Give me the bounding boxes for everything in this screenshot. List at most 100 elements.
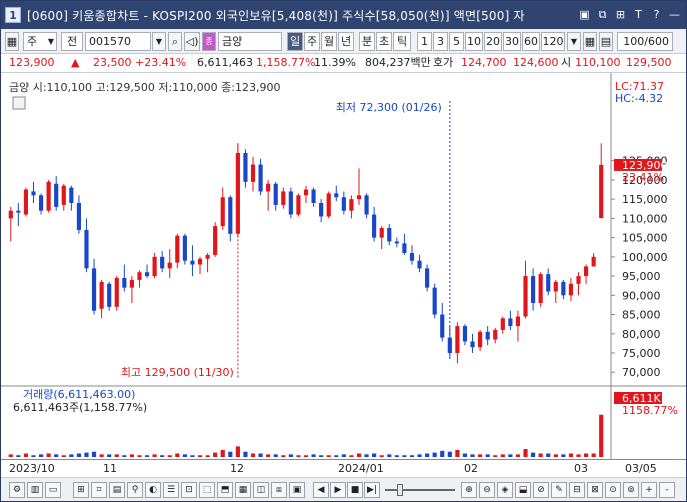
tool-icon-1[interactable]: ⊞	[73, 482, 89, 498]
volume-bar	[500, 454, 505, 457]
candle-body	[515, 316, 521, 327]
volume-bar	[23, 453, 29, 457]
period-month-button[interactable]: 월	[321, 32, 337, 51]
candle-body	[8, 210, 13, 219]
tool-icon-7[interactable]: ⊡	[181, 482, 197, 498]
price-tick-label: 70,000	[622, 366, 661, 379]
price-tick-label: 85,000	[622, 309, 661, 322]
quote-info-bar: 123,900 ▲ 23,500 +23.41% 6,611,463 1,158…	[1, 54, 686, 73]
scroll-left-button[interactable]: ◀	[313, 482, 329, 498]
tool-icon-15[interactable]: ⬓	[515, 482, 531, 498]
volume-bar	[462, 453, 468, 457]
candle-body	[23, 189, 29, 215]
interval-config-icon[interactable]: ▦	[583, 32, 597, 51]
period-day-button[interactable]: 일	[287, 32, 303, 51]
tool-icon-8[interactable]: ⬚	[199, 482, 215, 498]
volume-bar	[523, 449, 528, 457]
copy-icon[interactable]: ⧉	[595, 7, 610, 22]
tool-icon-10[interactable]: ▦	[235, 482, 251, 498]
tool-icon-21[interactable]: ⊚	[623, 482, 639, 498]
candle-body	[561, 281, 566, 296]
volume-bar	[167, 455, 172, 457]
period-year-button[interactable]: 년	[338, 32, 354, 51]
volume-bar	[356, 453, 362, 457]
tool-icon-16[interactable]: ⊘	[533, 482, 549, 498]
remove-button[interactable]: -	[659, 482, 675, 498]
grid-icon[interactable]: ⊞	[613, 7, 628, 22]
candle-body	[553, 281, 558, 292]
stock-code-input[interactable]: 001570	[85, 32, 151, 51]
volume-bar	[137, 455, 142, 457]
volume-bar	[538, 453, 543, 457]
stop-button[interactable]: ■	[347, 482, 363, 498]
candlestick-chart[interactable]: 70,000 75,000 80,000 85,000 90,000 95,000 100,…	[1, 73, 686, 459]
interval-60-button[interactable]: 60	[522, 32, 540, 51]
interval-30-button[interactable]: 30	[503, 32, 521, 51]
chevron-down-icon[interactable]: ▼	[152, 32, 166, 51]
minimize-icon[interactable]: —	[667, 7, 682, 22]
help-icon[interactable]: ?	[649, 7, 664, 22]
interval-toggle-icon[interactable]: ▤	[599, 32, 613, 51]
volume-bar	[576, 454, 581, 457]
tool-icon-3[interactable]: ▤	[109, 482, 125, 498]
settings-icon[interactable]: ⚙	[9, 482, 25, 498]
candle-body	[137, 272, 142, 280]
candle-body	[326, 193, 331, 217]
volume-bar	[591, 453, 596, 457]
interval-dropdown-icon[interactable]: ▼	[567, 32, 581, 51]
text-icon[interactable]: T	[631, 7, 646, 22]
speaker-icon[interactable]: ◁)	[184, 32, 200, 51]
date-label-03: 03	[574, 462, 588, 475]
tool-icon-19[interactable]: ⊠	[587, 482, 603, 498]
stock-name-field[interactable]: 금양	[218, 32, 282, 51]
period-tick-button[interactable]: 틱	[393, 32, 411, 51]
period-second-button[interactable]: 초	[376, 32, 392, 51]
tool-icon-5[interactable]: ◐	[145, 482, 161, 498]
chart-settings-icon[interactable]	[12, 96, 26, 110]
candle-body	[31, 191, 36, 196]
search-icon[interactable]: ⌕	[168, 32, 182, 51]
tool-icon-4[interactable]: ⚲	[127, 482, 143, 498]
period-minute-button[interactable]: 분	[359, 32, 375, 51]
add-button[interactable]: +	[641, 482, 657, 498]
interval-3-button[interactable]: 3	[433, 32, 448, 51]
volume-bar	[107, 454, 112, 457]
interval-1-button[interactable]: 1	[417, 32, 432, 51]
scroll-right-button[interactable]: ▶	[330, 482, 346, 498]
tool-icon-6[interactable]: ☰	[163, 482, 179, 498]
period-select[interactable]: 주 ▼	[23, 32, 57, 51]
tool-icon-18[interactable]: ⊟	[569, 482, 585, 498]
tool-icon-20[interactable]: ⊙	[605, 482, 621, 498]
tool-icon-17[interactable]: ✎	[551, 482, 567, 498]
window-id-badge[interactable]: 1	[5, 7, 21, 23]
date-axis: 2023/10 11 12 2024/01 02 03 03/05	[1, 459, 686, 477]
chart-type-select[interactable]: 전	[61, 32, 83, 51]
tool-icon-13[interactable]: ▣	[289, 482, 305, 498]
zoom-out-icon[interactable]: ⊖	[479, 482, 495, 498]
interval-120-button[interactable]: 120	[541, 32, 565, 51]
volume-bar	[122, 455, 127, 457]
window-title: [0600] 키움종합차트 - KOSPI200 외국인보유[5,408(천)]…	[27, 8, 525, 23]
interval-10-button[interactable]: 10	[465, 32, 483, 51]
tool-icon-11[interactable]: ◫	[253, 482, 269, 498]
chart-icon[interactable]: ▥	[27, 482, 43, 498]
interval-20-button[interactable]: 20	[484, 32, 502, 51]
scroll-end-button[interactable]: ▶|	[364, 482, 380, 498]
current-price: 123,900	[9, 56, 55, 69]
zoom-in-icon[interactable]: ⊕	[461, 482, 477, 498]
volume-bar	[334, 455, 339, 457]
window-icon[interactable]: ▭	[45, 482, 61, 498]
zoom-slider-track[interactable]	[385, 489, 455, 491]
tool-icon-9[interactable]: ⬒	[217, 482, 233, 498]
zoom-slider-thumb[interactable]	[397, 484, 403, 496]
max-price-annotation: 최고 129,500 (11/30)	[121, 366, 234, 379]
grid-menu-icon[interactable]: ▦	[5, 32, 19, 51]
bar-count-input[interactable]: 100/600	[617, 32, 673, 51]
interval-5-button[interactable]: 5	[449, 32, 464, 51]
candle-body	[319, 203, 324, 217]
tool-icon-2[interactable]: ⌗	[91, 482, 107, 498]
tool-icon-14[interactable]: ◈	[497, 482, 513, 498]
tool-icon-12[interactable]: ⧈	[271, 482, 287, 498]
save-icon[interactable]: ▣	[577, 7, 592, 22]
period-week-button[interactable]: 주	[304, 32, 320, 51]
